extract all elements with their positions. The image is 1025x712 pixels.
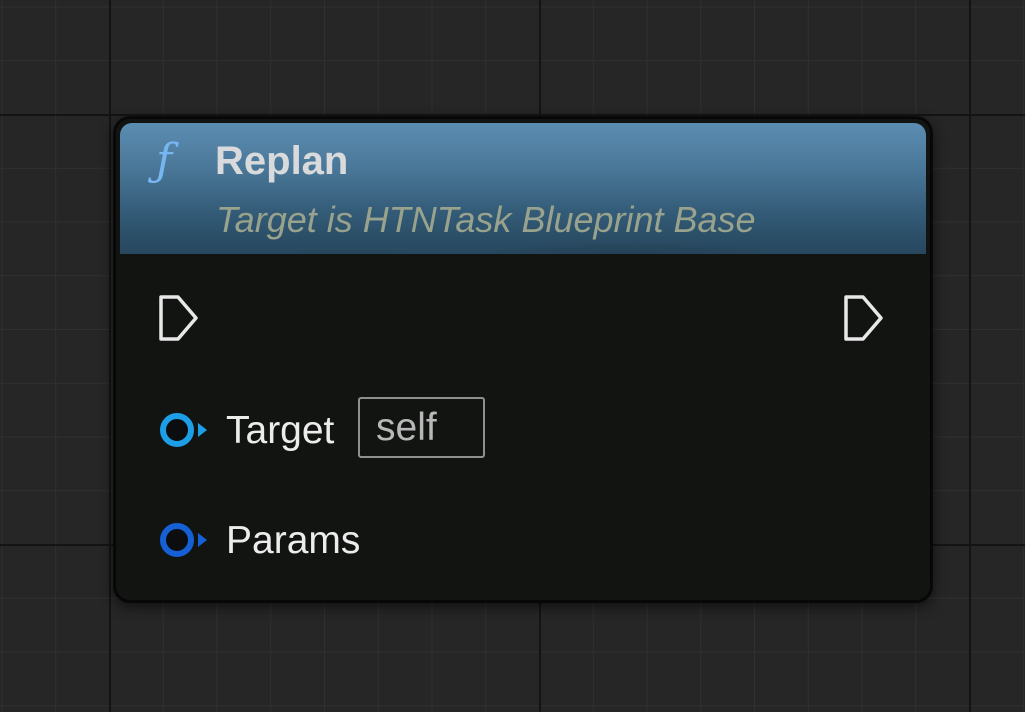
- target-pin-label: Target: [226, 409, 335, 452]
- target-pin[interactable]: [158, 410, 212, 450]
- function-icon: ƒ: [156, 135, 173, 186]
- replan-function-node[interactable]: ƒ Replan Target is HTNTask Blueprint Bas…: [114, 117, 932, 602]
- params-pin[interactable]: [158, 520, 212, 560]
- node-header[interactable]: ƒ Replan Target is HTNTask Blueprint Bas…: [120, 123, 926, 254]
- target-default-value-field[interactable]: self: [358, 397, 485, 458]
- exec-input-pin[interactable]: [158, 294, 200, 342]
- exec-output-pin[interactable]: [843, 294, 885, 342]
- node-title: Replan: [215, 139, 349, 183]
- node-subtitle: Target is HTNTask Blueprint Base: [216, 199, 756, 240]
- params-pin-label: Params: [226, 519, 361, 562]
